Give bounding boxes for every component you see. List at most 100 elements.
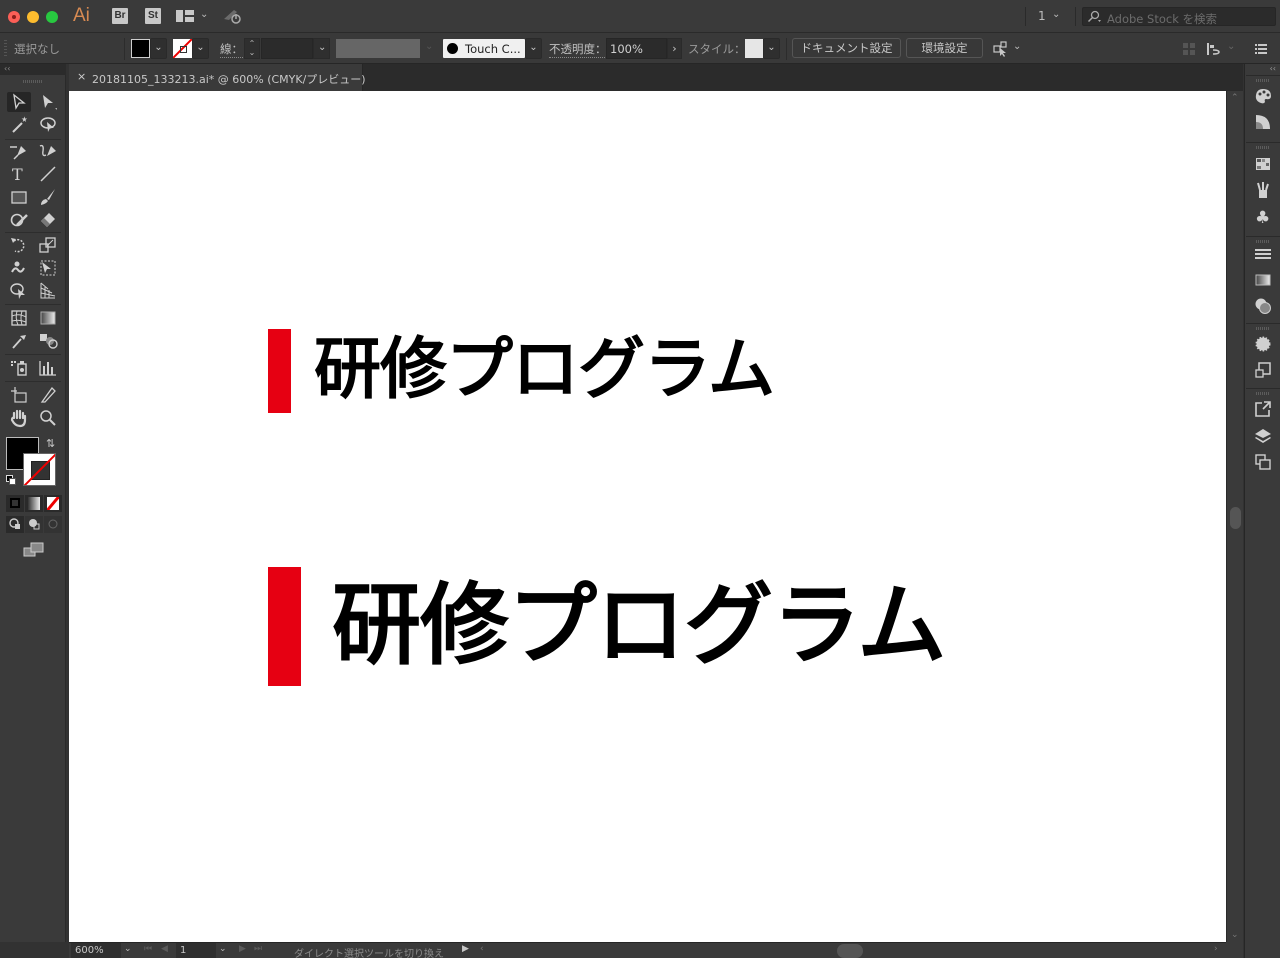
- arrange-documents-icon[interactable]: [993, 41, 1009, 57]
- sync-icon[interactable]: [222, 7, 242, 25]
- graphic-styles-icon[interactable]: [1254, 361, 1272, 379]
- transparency-icon[interactable]: [1254, 297, 1272, 315]
- slice-tool[interactable]: [36, 385, 60, 405]
- adobe-stock-search[interactable]: Adobe Stock を検索: [1082, 7, 1276, 26]
- magic-wand-tool[interactable]: [7, 115, 31, 135]
- artboard-tool[interactable]: [7, 385, 31, 405]
- panel-grip[interactable]: [1256, 240, 1270, 243]
- bridge-button[interactable]: Br: [112, 8, 128, 24]
- stock-button[interactable]: St: [145, 8, 161, 24]
- fill-dropdown[interactable]: ⌄: [150, 38, 167, 59]
- window-zoom-button[interactable]: [46, 11, 58, 23]
- blend-tool[interactable]: [36, 331, 60, 351]
- color-palette-icon[interactable]: [1254, 87, 1272, 105]
- warp-tool[interactable]: [7, 258, 31, 278]
- mesh-tool[interactable]: [7, 308, 31, 328]
- paintbrush-tool[interactable]: [36, 187, 60, 207]
- rectangle-tool[interactable]: [7, 187, 31, 207]
- panel-grip[interactable]: [1256, 392, 1270, 395]
- scroll-up-icon[interactable]: ⌃: [1231, 93, 1239, 103]
- chevron-down-icon[interactable]: ⌄: [200, 9, 208, 20]
- symbols-club-icon[interactable]: ♣: [1254, 207, 1272, 225]
- color-mode-button[interactable]: [6, 495, 24, 512]
- artboard-canvas[interactable]: 研修プログラム 研修プログラム: [69, 91, 1226, 942]
- stroke-color-swatch[interactable]: [173, 39, 192, 58]
- appearance-sun-icon[interactable]: [1254, 335, 1272, 353]
- color-guide-icon[interactable]: [1254, 113, 1272, 131]
- preferences-button[interactable]: 環境設定: [906, 38, 983, 58]
- draw-normal-button[interactable]: [6, 516, 24, 533]
- lasso-tool[interactable]: [36, 115, 60, 135]
- graphic-style-swatch[interactable]: [745, 39, 763, 58]
- stroke-lines-icon[interactable]: [1254, 245, 1272, 263]
- brush-definition-dropdown[interactable]: Touch C...: [443, 39, 525, 58]
- opacity-input[interactable]: 100%: [606, 38, 667, 59]
- scroll-down-icon[interactable]: ⌄: [1231, 930, 1239, 940]
- workspace-layout-icon[interactable]: [176, 10, 194, 22]
- stroke-weight-stepper[interactable]: ⌃ ⌄: [244, 38, 260, 59]
- panel-grip[interactable]: [1256, 79, 1270, 82]
- zoom-level-field[interactable]: 600%: [71, 943, 121, 958]
- brushes-icon[interactable]: [1254, 181, 1272, 199]
- artboard-dropdown-icon[interactable]: ⌄: [219, 944, 227, 954]
- gradient-tool[interactable]: [36, 308, 60, 328]
- chevron-down-icon[interactable]: ⌄: [1052, 9, 1060, 20]
- first-artboard-icon[interactable]: ⏮: [144, 944, 152, 954]
- none-mode-button[interactable]: [44, 495, 62, 512]
- stroke-weight-input[interactable]: [261, 38, 313, 59]
- zoom-tool[interactable]: [36, 408, 60, 428]
- swatches-icon[interactable]: [1254, 155, 1272, 173]
- opacity-expand-button[interactable]: ›: [667, 38, 682, 59]
- free-transform-tool[interactable]: [36, 258, 60, 278]
- stroke-weight-dropdown[interactable]: ⌄: [313, 38, 330, 59]
- scroll-left-icon[interactable]: ‹: [480, 944, 484, 954]
- scroll-right-icon[interactable]: ›: [1214, 944, 1218, 954]
- last-artboard-icon[interactable]: ⏭: [254, 944, 262, 954]
- swap-fill-stroke-icon[interactable]: ⇅: [46, 437, 55, 450]
- heading-text[interactable]: 研修プログラム: [314, 327, 775, 411]
- variable-width-profile[interactable]: [336, 39, 420, 58]
- scrollbar-thumb[interactable]: [1230, 507, 1241, 529]
- perspective-grid-tool[interactable]: [36, 281, 60, 301]
- column-graph-tool[interactable]: [36, 358, 60, 378]
- page-selector[interactable]: 1: [1038, 9, 1046, 23]
- gradient-panel-icon[interactable]: [1254, 271, 1272, 289]
- chevron-down-icon[interactable]: ⌄: [425, 41, 433, 52]
- gradient-mode-button[interactable]: [25, 495, 43, 512]
- default-fill-stroke-icon[interactable]: [6, 475, 16, 485]
- scale-tool[interactable]: [36, 235, 60, 255]
- vertical-scrollbar[interactable]: ⌃ ⌄: [1226, 91, 1243, 942]
- shape-builder-tool[interactable]: [7, 281, 31, 301]
- curvature-tool[interactable]: [36, 142, 60, 162]
- fill-color-swatch[interactable]: [131, 39, 150, 58]
- panel-menu-icon[interactable]: [1254, 42, 1268, 56]
- line-segment-tool[interactable]: [36, 164, 60, 184]
- hand-tool[interactable]: [7, 408, 31, 428]
- shaper-tool[interactable]: [7, 209, 31, 229]
- style-dropdown[interactable]: ⌄: [763, 38, 780, 59]
- collapse-panels-button[interactable]: ‹‹: [1270, 64, 1276, 73]
- asset-export-icon[interactable]: [1254, 400, 1272, 418]
- next-artboard-icon[interactable]: ▶: [239, 944, 246, 954]
- symbol-sprayer-tool[interactable]: [7, 358, 31, 378]
- artboards-icon[interactable]: [1254, 453, 1272, 471]
- previous-artboard-icon[interactable]: ◀: [161, 944, 168, 954]
- zoom-dropdown-icon[interactable]: ⌄: [124, 944, 132, 954]
- heading-accent-bar[interactable]: [268, 567, 301, 686]
- draw-inside-button[interactable]: [44, 516, 62, 533]
- artboard-number-field[interactable]: 1: [176, 943, 216, 958]
- panel-grip[interactable]: [1256, 327, 1270, 330]
- heading-accent-bar[interactable]: [268, 329, 291, 413]
- type-tool[interactable]: T: [7, 164, 31, 184]
- document-setup-button[interactable]: ドキュメント設定: [792, 38, 901, 58]
- brush-dropdown-arrow[interactable]: ⌄: [525, 38, 542, 59]
- chevron-down-icon[interactable]: ⌄: [1013, 41, 1021, 52]
- opacity-label[interactable]: 不透明度：: [549, 41, 607, 58]
- align-icon[interactable]: [1206, 42, 1220, 56]
- heading-text[interactable]: 研修プログラム: [332, 569, 946, 681]
- status-menu-arrow-icon[interactable]: ▶: [462, 944, 469, 954]
- stroke-label[interactable]: 線：: [220, 41, 243, 58]
- horizontal-scrollbar-thumb[interactable]: [837, 944, 863, 958]
- rotate-tool[interactable]: [7, 235, 31, 255]
- document-tab[interactable]: × 20181105_133213.ai* @ 600% (CMYK/プレビュー…: [69, 64, 366, 91]
